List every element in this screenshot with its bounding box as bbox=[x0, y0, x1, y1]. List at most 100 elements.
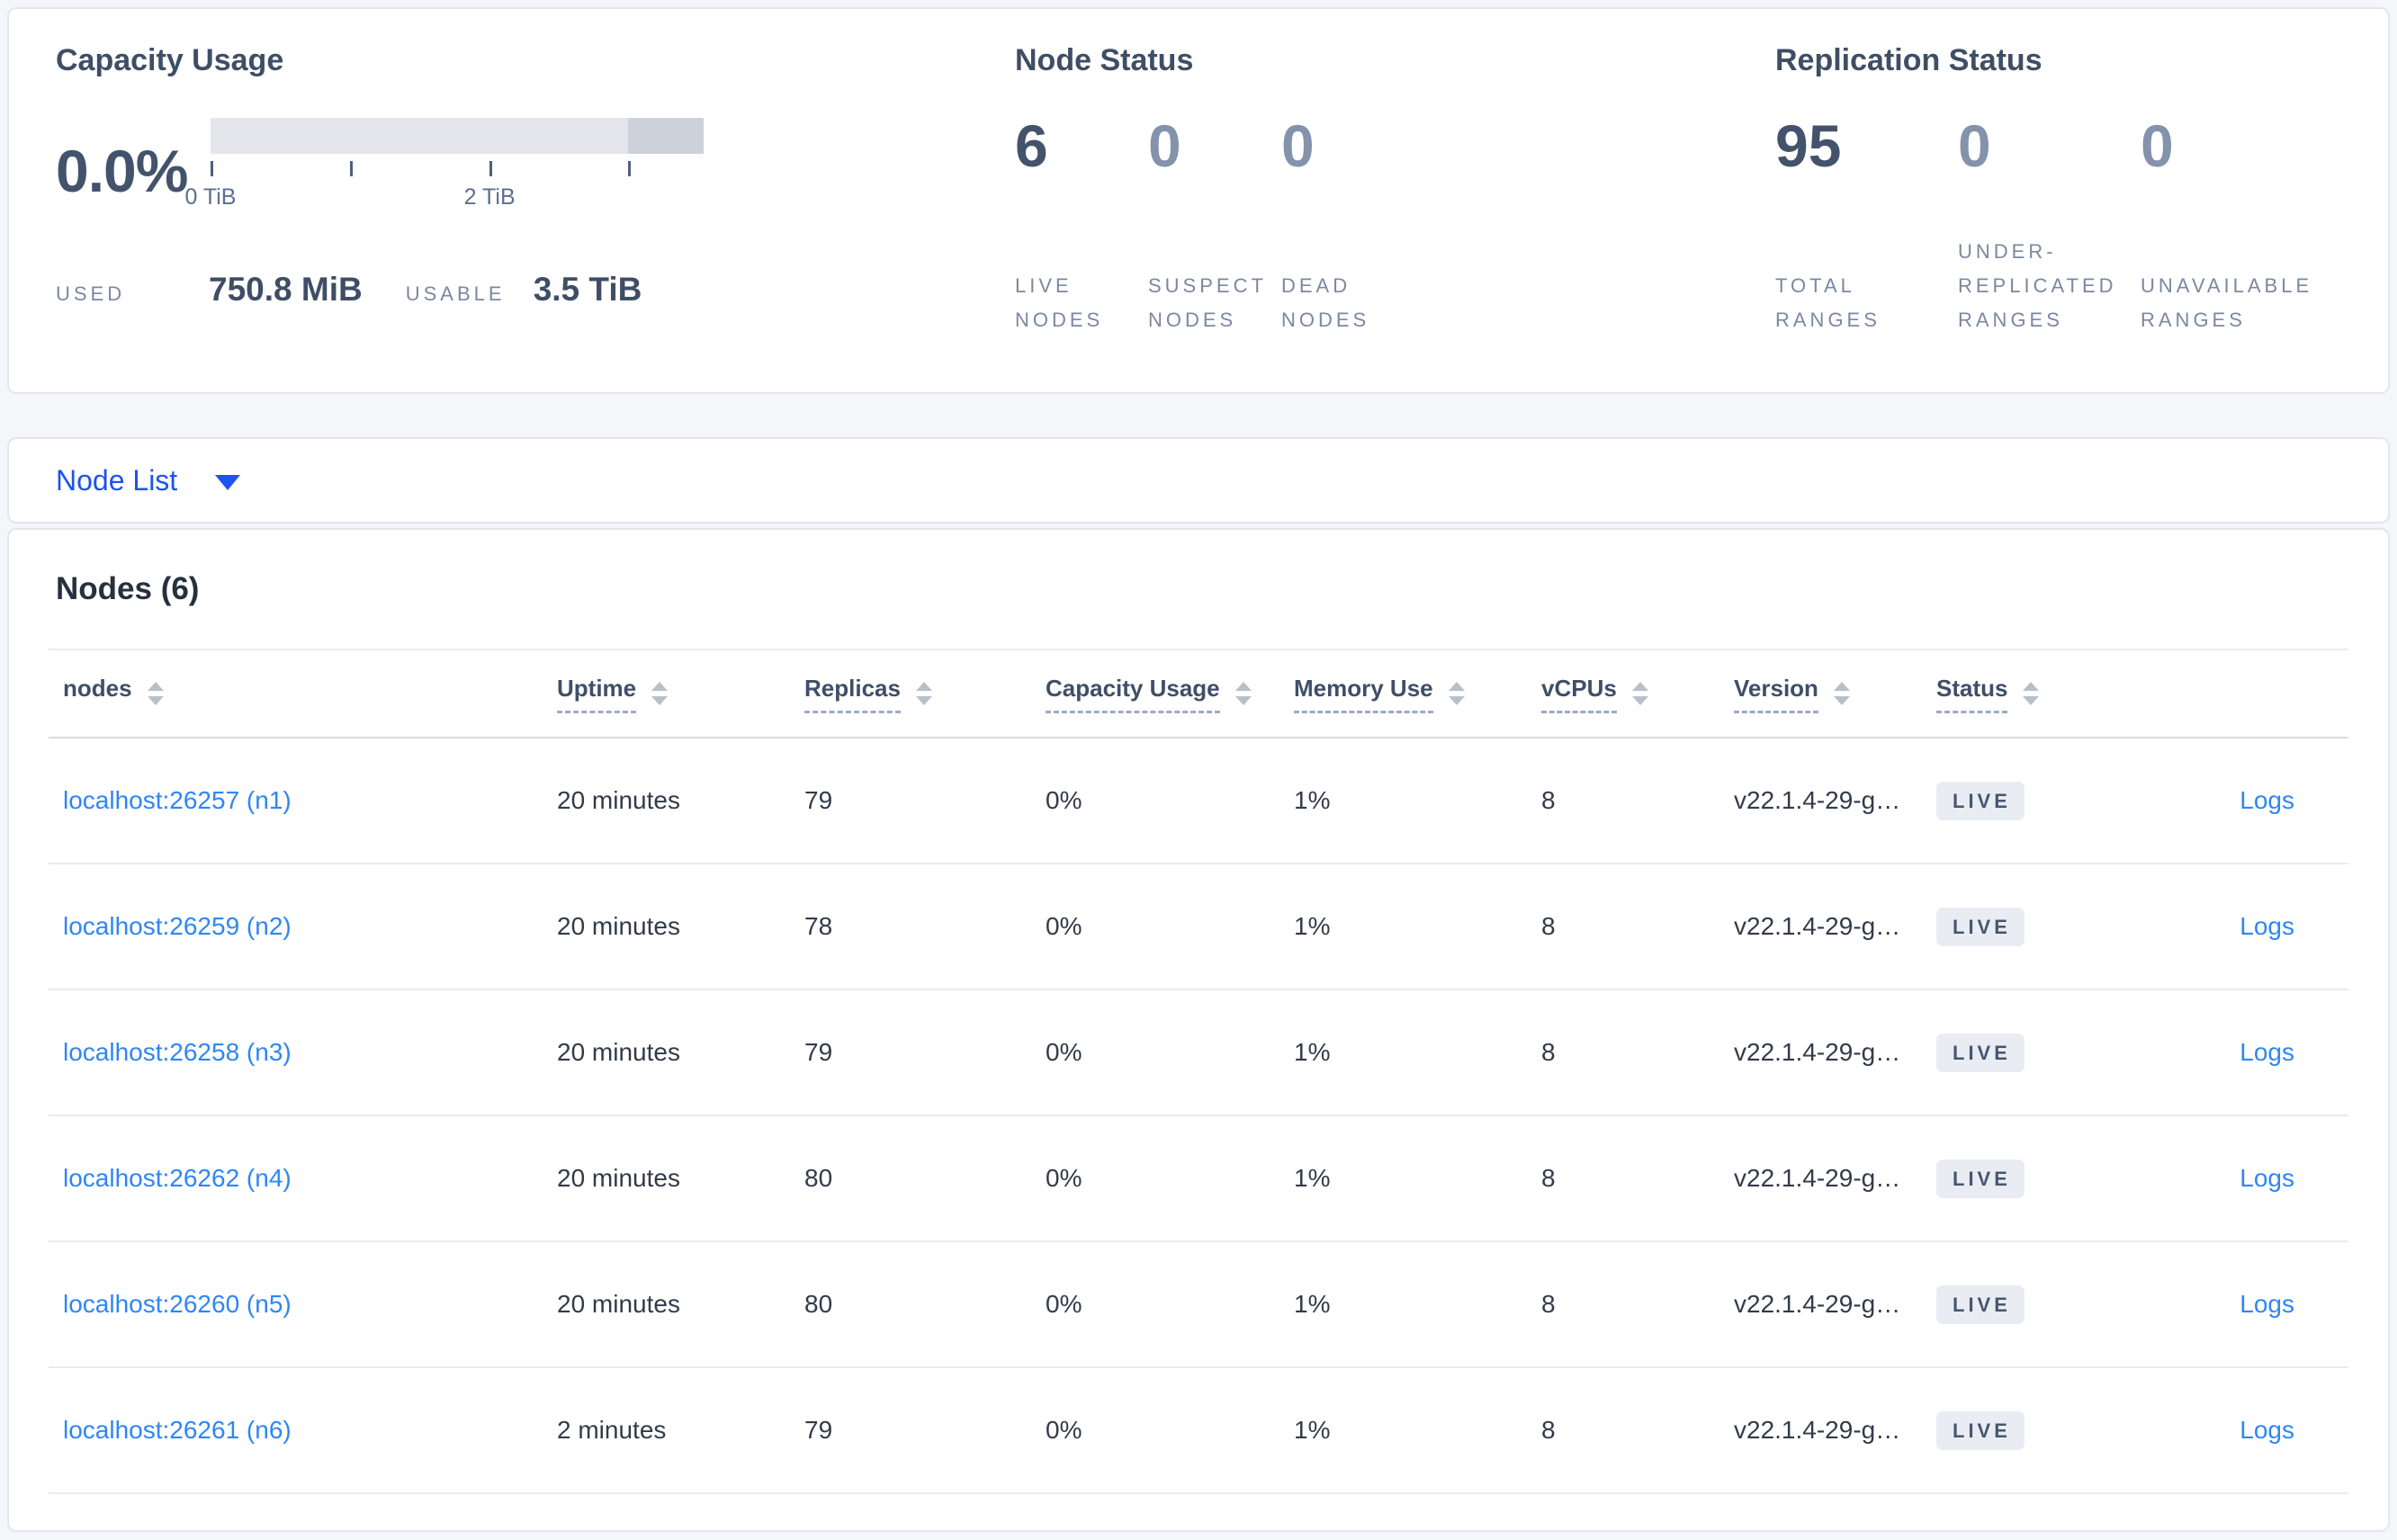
status-cell: LIVE bbox=[1936, 907, 2143, 946]
axis-tick bbox=[211, 161, 213, 176]
logs-link[interactable]: Logs bbox=[2240, 1164, 2294, 1192]
dead-nodes-stat: 0 DEAD NODES bbox=[1281, 116, 1414, 337]
replicas-cell: 79 bbox=[804, 786, 833, 814]
replicas-cell: 79 bbox=[804, 1038, 833, 1066]
unavailable-ranges-value: 0 bbox=[2141, 112, 2174, 179]
replicas-cell: 78 bbox=[804, 912, 833, 940]
status-cell: LIVE bbox=[1936, 1285, 2143, 1324]
column-header-capacity-usage[interactable]: Capacity Usage bbox=[1046, 675, 1294, 713]
capacity-axis-labels: 0 TiB 2 TiB bbox=[185, 184, 704, 211]
column-header-nodes[interactable]: nodes bbox=[49, 675, 557, 713]
status-cell: LIVE bbox=[1936, 1159, 2143, 1198]
cluster-summary-card: Capacity Usage 0.0% 0 TiB 2 TiB USED 750… bbox=[7, 7, 2390, 394]
capacity-usage-cell: 0% bbox=[1046, 912, 1082, 940]
usable-label: USABLE bbox=[405, 282, 506, 305]
vcpus-cell: 8 bbox=[1541, 912, 1556, 940]
live-nodes-stat: 6 LIVE NODES bbox=[1015, 116, 1148, 337]
capacity-usage-section: Capacity Usage 0.0% 0 TiB 2 TiB USED 750… bbox=[56, 43, 1015, 365]
node-link[interactable]: localhost:26260 (n5) bbox=[63, 1290, 292, 1318]
vcpus-cell: 8 bbox=[1541, 1164, 1556, 1192]
replication-status-title: Replication Status bbox=[1775, 43, 2042, 77]
vcpus-cell: 8 bbox=[1541, 1038, 1556, 1066]
node-link[interactable]: localhost:26261 (n6) bbox=[63, 1416, 292, 1444]
logs-link[interactable]: Logs bbox=[2240, 1290, 2294, 1318]
sort-icon bbox=[2023, 682, 2040, 705]
status-cell: LIVE bbox=[1936, 781, 2143, 820]
node-status-title: Node Status bbox=[1015, 43, 1194, 77]
column-header-replicas[interactable]: Replicas bbox=[804, 675, 1046, 713]
total-ranges-value: 95 bbox=[1775, 112, 1842, 179]
sort-icon bbox=[1631, 682, 1648, 705]
node-link[interactable]: localhost:26257 (n1) bbox=[63, 786, 292, 814]
nodes-table: nodes Uptime Replicas Capacity Usage Mem… bbox=[49, 649, 2348, 1494]
uptime-cell: 20 minutes bbox=[557, 1290, 680, 1318]
live-status-badge: LIVE bbox=[1936, 781, 2024, 820]
uptime-cell: 20 minutes bbox=[557, 1038, 680, 1066]
uptime-cell: 20 minutes bbox=[557, 786, 680, 814]
table-row: localhost:26259 (n2) 20 minutes 78 0% 1%… bbox=[49, 864, 2348, 990]
sort-icon bbox=[651, 682, 669, 705]
live-nodes-value: 6 bbox=[1015, 112, 1048, 179]
column-header-vcpus[interactable]: vCPUs bbox=[1541, 675, 1734, 713]
logs-link[interactable]: Logs bbox=[2240, 786, 2294, 814]
live-nodes-label: LIVE NODES bbox=[1015, 274, 1104, 331]
used-label: USED bbox=[56, 282, 126, 305]
column-header-memory-use[interactable]: Memory Use bbox=[1294, 675, 1541, 713]
version-cell: v22.1.4-29-g… bbox=[1734, 1416, 1901, 1444]
version-cell: v22.1.4-29-g… bbox=[1734, 1164, 1901, 1192]
version-cell: v22.1.4-29-g… bbox=[1734, 912, 1901, 940]
capacity-axis-ticks bbox=[211, 161, 704, 181]
under-replicated-ranges-label: UNDER-REPLICATED RANGES bbox=[1958, 240, 2117, 331]
capacity-usage-cell: 0% bbox=[1046, 1290, 1082, 1318]
total-ranges-label: TOTAL RANGES bbox=[1775, 274, 1881, 331]
column-header-uptime[interactable]: Uptime bbox=[557, 675, 804, 713]
live-status-badge: LIVE bbox=[1936, 1159, 2024, 1198]
vcpus-cell: 8 bbox=[1541, 786, 1556, 814]
capacity-bar-reserved-segment bbox=[628, 118, 704, 154]
capacity-bar-track bbox=[211, 118, 704, 154]
memory-use-cell: 1% bbox=[1294, 786, 1331, 814]
dead-nodes-label: DEAD NODES bbox=[1281, 274, 1370, 331]
version-cell: v22.1.4-29-g… bbox=[1734, 786, 1901, 814]
uptime-cell: 20 minutes bbox=[557, 1164, 680, 1192]
chevron-down-icon bbox=[215, 474, 241, 490]
table-body: localhost:26257 (n1) 20 minutes 79 0% 1%… bbox=[49, 739, 2348, 1494]
total-ranges-stat: 95 TOTAL RANGES bbox=[1775, 116, 1958, 337]
memory-use-cell: 1% bbox=[1294, 1164, 1331, 1192]
replication-stats: 95 TOTAL RANGES 0 UNDER-REPLICATED RANGE… bbox=[1775, 116, 2348, 337]
live-status-badge: LIVE bbox=[1936, 1410, 2024, 1450]
node-link[interactable]: localhost:26258 (n3) bbox=[63, 1038, 292, 1066]
node-link[interactable]: localhost:26262 (n4) bbox=[63, 1164, 292, 1192]
axis-tick bbox=[628, 161, 632, 176]
sort-icon bbox=[1448, 682, 1465, 705]
live-status-badge: LIVE bbox=[1936, 1033, 2024, 1072]
logs-cell: Logs bbox=[2143, 786, 2348, 815]
table-row: localhost:26258 (n3) 20 minutes 79 0% 1%… bbox=[49, 990, 2348, 1116]
sort-icon bbox=[1234, 682, 1252, 705]
capacity-usage-cell: 0% bbox=[1046, 1416, 1082, 1444]
node-link[interactable]: localhost:26259 (n2) bbox=[63, 912, 292, 940]
logs-link[interactable]: Logs bbox=[2240, 912, 2294, 940]
memory-use-cell: 1% bbox=[1294, 1290, 1331, 1318]
table-row: localhost:26260 (n5) 20 minutes 80 0% 1%… bbox=[49, 1242, 2348, 1368]
nodes-table-card: Nodes (6) nodes Uptime Replicas Capacity… bbox=[7, 528, 2390, 1532]
column-header-version[interactable]: Version bbox=[1734, 675, 1936, 713]
node-cell: localhost:26259 (n2) bbox=[49, 912, 557, 941]
node-status-section: Node Status 6 LIVE NODES 0 SUSPECT NODES… bbox=[1015, 43, 1775, 365]
usable-value: 3.5 TiB bbox=[533, 271, 642, 308]
capacity-bar: 0 TiB 2 TiB bbox=[185, 118, 704, 211]
column-header-status[interactable]: Status bbox=[1936, 675, 2143, 713]
memory-use-cell: 1% bbox=[1294, 912, 1331, 940]
logs-link[interactable]: Logs bbox=[2240, 1416, 2294, 1444]
logs-link[interactable]: Logs bbox=[2240, 1038, 2294, 1066]
node-cell: localhost:26261 (n6) bbox=[49, 1416, 557, 1445]
nodes-table-title: Nodes (6) bbox=[56, 571, 200, 606]
replicas-cell: 79 bbox=[804, 1416, 833, 1444]
unavailable-ranges-stat: 0 UNAVAILABLE RANGES bbox=[2141, 116, 2323, 337]
logs-cell: Logs bbox=[2143, 1038, 2348, 1067]
node-list-dropdown[interactable]: Node List bbox=[56, 464, 241, 497]
capacity-gauge: 0.0% 0 TiB 2 TiB bbox=[56, 118, 1015, 211]
suspect-nodes-label: SUSPECT NODES bbox=[1148, 274, 1267, 331]
under-replicated-ranges-value: 0 bbox=[1958, 112, 1991, 179]
table-row: localhost:26257 (n1) 20 minutes 79 0% 1%… bbox=[49, 739, 2348, 864]
